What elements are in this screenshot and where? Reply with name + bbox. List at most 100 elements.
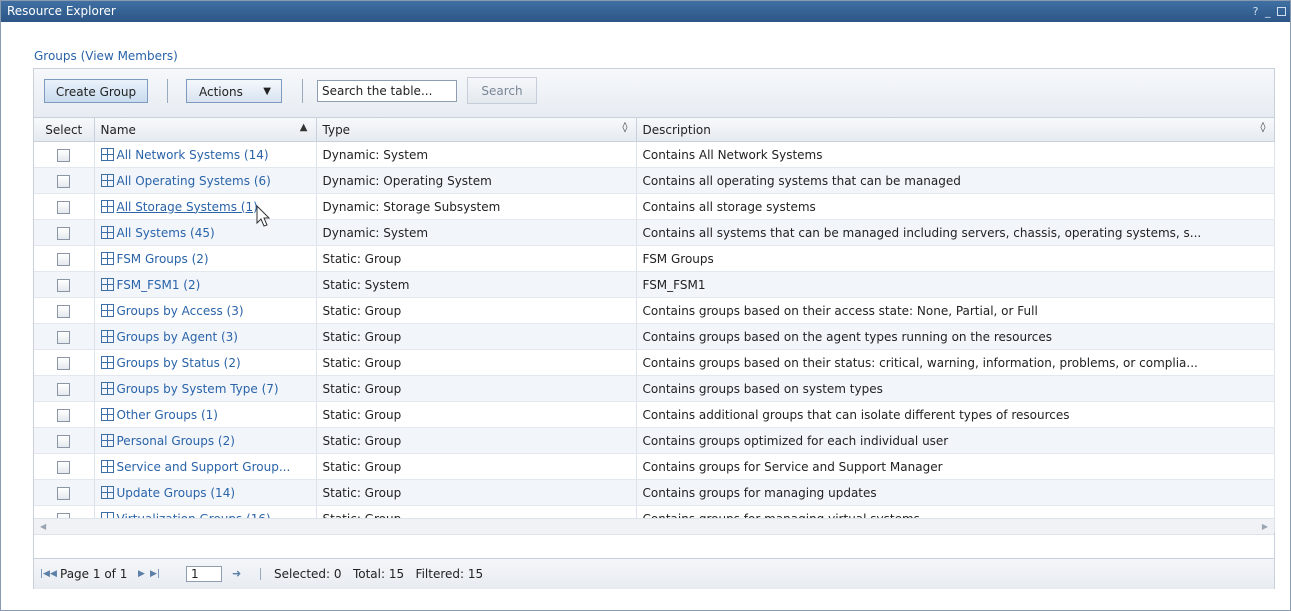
actions-label: Actions: [199, 85, 243, 99]
sort-icon[interactable]: ◊: [623, 122, 628, 133]
table-row[interactable]: FSM_FSM1 (2) Static: System FSM_FSM1: [34, 271, 1275, 298]
group-name-link[interactable]: Groups by Access (3): [117, 304, 244, 318]
row-select-cell: [34, 375, 95, 402]
column-header-name-label: Name: [100, 122, 136, 137]
table-row[interactable]: Personal Groups (2) Static: Group Contains…: [34, 427, 1275, 454]
group-name-link[interactable]: Groups by System Type (7): [117, 382, 279, 396]
row-select-cell: [34, 427, 95, 454]
row-checkbox[interactable]: [57, 174, 71, 188]
scroll-right-icon[interactable]: ▶: [1262, 519, 1268, 534]
go-page-icon[interactable]: ➜: [232, 559, 241, 589]
type-cell: Static: Group: [316, 245, 637, 272]
row-select-cell: [34, 141, 95, 168]
first-page-icon[interactable]: |◀: [40, 559, 50, 589]
help-icon[interactable]: ?: [1253, 1, 1260, 22]
group-name-link[interactable]: All Network Systems (14): [117, 148, 269, 162]
search-button[interactable]: Search: [467, 77, 537, 104]
group-name-link[interactable]: All Storage Systems (1): [117, 200, 258, 214]
row-checkbox[interactable]: [57, 330, 71, 344]
row-checkbox[interactable]: [57, 200, 71, 214]
column-header-type[interactable]: Type ◊: [316, 118, 637, 142]
previous-page-icon[interactable]: ◀: [50, 559, 57, 589]
row-select-cell: [34, 453, 95, 480]
row-select-cell: [34, 193, 95, 220]
table-row[interactable]: All Systems (45) Dynamic: System Contains …: [34, 219, 1275, 246]
row-checkbox[interactable]: [57, 148, 71, 162]
row-checkbox[interactable]: [57, 356, 71, 370]
row-checkbox[interactable]: [57, 382, 71, 396]
table-row[interactable]: Groups by System Type (7) Static: Group Co…: [34, 375, 1275, 402]
name-cell: All Systems (45): [94, 219, 317, 246]
group-name-link[interactable]: FSM_FSM1 (2): [117, 278, 201, 292]
description-cell: Contains All Network Systems: [636, 141, 1275, 168]
last-page-icon[interactable]: ▶|: [150, 559, 160, 589]
table-row[interactable]: Update Groups (14) Static: Group Contains …: [34, 479, 1275, 506]
row-checkbox[interactable]: [57, 486, 71, 500]
page-number-input[interactable]: 1: [186, 566, 222, 582]
description-cell: Contains all storage systems: [636, 193, 1275, 220]
table-row[interactable]: Service and Support Group... Static: Grou…: [34, 453, 1275, 480]
maximize-icon[interactable]: [1277, 6, 1286, 16]
name-cell: FSM_FSM1 (2): [94, 271, 317, 298]
sort-icon[interactable]: ◊: [1261, 122, 1266, 133]
table-row[interactable]: All Network Systems (14) Dynamic: System C…: [34, 141, 1275, 168]
row-select-cell: [34, 167, 95, 194]
group-icon: [100, 485, 114, 499]
table-toolbar: Create Group Actions ▼ Search the table.…: [34, 69, 1274, 118]
horizontal-scrollbar[interactable]: ◀ ▶: [34, 518, 1274, 535]
group-name-link[interactable]: Update Groups (14): [117, 486, 236, 500]
scroll-left-icon[interactable]: ◀: [40, 519, 46, 534]
groups-table-panel: Create Group Actions ▼ Search the table.…: [33, 68, 1275, 589]
actions-menu-button[interactable]: Actions ▼: [186, 79, 282, 103]
group-icon: [100, 329, 114, 343]
name-cell: Groups by Access (3): [94, 297, 317, 324]
group-name-link[interactable]: Personal Groups (2): [117, 434, 235, 448]
row-select-cell: [34, 297, 95, 324]
window-titlebar: Resource Explorer ? _: [1, 1, 1290, 22]
create-group-button[interactable]: Create Group: [44, 79, 148, 103]
search-input[interactable]: Search the table...: [317, 80, 457, 102]
type-cell: Static: Group: [316, 479, 637, 506]
column-header-description[interactable]: Description ◊: [636, 118, 1275, 142]
table-row[interactable]: Groups by Access (3) Static: Group Contain…: [34, 297, 1275, 324]
column-header-name[interactable]: Name ▲︎: [94, 118, 317, 142]
name-cell: All Operating Systems (6): [94, 167, 317, 194]
table-row[interactable]: FSM Groups (2) Static: Group FSM Groups: [34, 245, 1275, 272]
row-checkbox[interactable]: [57, 460, 71, 474]
group-name-link[interactable]: Groups by Agent (3): [117, 330, 238, 344]
type-cell: Dynamic: System: [316, 141, 637, 168]
row-checkbox[interactable]: [57, 304, 71, 318]
row-select-cell: [34, 479, 95, 506]
group-name-link[interactable]: Service and Support Group...: [117, 460, 291, 474]
group-icon: [100, 355, 114, 369]
description-cell: Contains groups for Service and Support …: [636, 453, 1275, 480]
group-name-link[interactable]: Other Groups (1): [117, 408, 218, 422]
sort-icon[interactable]: ▲︎: [300, 122, 308, 133]
group-icon: [100, 147, 114, 161]
table-row[interactable]: Other Groups (1) Static: Group Contains ad…: [34, 401, 1275, 428]
table-body: All Network Systems (14) Dynamic: System C…: [34, 141, 1275, 532]
group-name-link[interactable]: All Systems (45): [117, 226, 215, 240]
resource-explorer-window: Resource Explorer ? _ Groups (View Membe…: [0, 0, 1291, 611]
group-name-link[interactable]: FSM Groups (2): [117, 252, 209, 266]
row-checkbox[interactable]: [57, 226, 71, 240]
table-row[interactable]: All Operating Systems (6) Dynamic: Operat…: [34, 167, 1275, 194]
row-checkbox[interactable]: [57, 252, 71, 266]
row-checkbox[interactable]: [57, 408, 71, 422]
description-cell: Contains groups based on their access st…: [636, 297, 1275, 324]
minimize-icon[interactable]: _: [1265, 1, 1272, 22]
type-cell: Static: Group: [316, 427, 637, 454]
type-cell: Dynamic: Storage Subsystem: [316, 193, 637, 220]
row-checkbox[interactable]: [57, 434, 71, 448]
table-stats: Selected: 0 Total: 15 Filtered: 15: [274, 567, 484, 581]
row-checkbox[interactable]: [57, 278, 71, 292]
table-row[interactable]: Groups by Agent (3) Static: Group Contains…: [34, 323, 1275, 350]
group-name-link[interactable]: Groups by Status (2): [117, 356, 241, 370]
breadcrumb[interactable]: Groups (View Members): [34, 49, 178, 63]
group-name-link[interactable]: All Operating Systems (6): [117, 174, 271, 188]
next-page-icon[interactable]: ▶: [138, 559, 145, 589]
table-row[interactable]: All Storage Systems (1) Dynamic: Storage …: [34, 193, 1275, 220]
description-cell: Contains groups for managing updates: [636, 479, 1275, 506]
table-row[interactable]: Groups by Status (2) Static: Group Contain…: [34, 349, 1275, 376]
type-cell: Dynamic: Operating System: [316, 167, 637, 194]
